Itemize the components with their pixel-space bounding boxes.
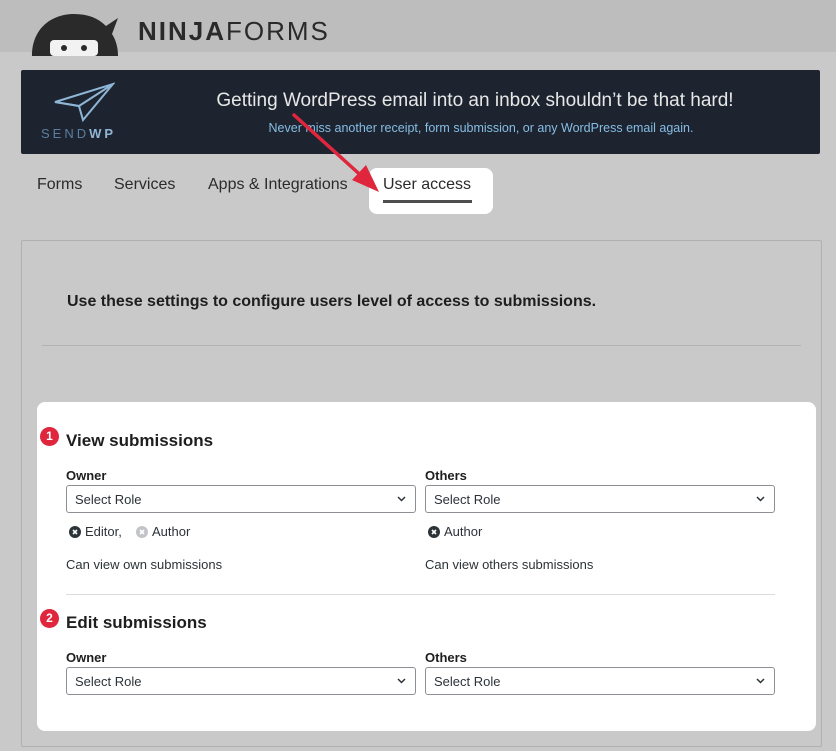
view-owner-description: Can view own submissions xyxy=(66,557,223,572)
chevron-down-icon xyxy=(397,678,406,684)
access-settings-card: 1 View submissions Owner Select Role Edi… xyxy=(37,402,816,731)
edit-others-label: Others xyxy=(425,650,467,665)
remove-icon[interactable] xyxy=(428,525,440,538)
edit-owner-label: Owner xyxy=(66,650,107,665)
chevron-down-icon xyxy=(756,678,765,684)
view-submissions-title: View submissions xyxy=(66,431,214,450)
view-others-label: Others xyxy=(425,468,467,483)
step-badge-1: 1 xyxy=(40,427,59,446)
tab-user-access-label[interactable]: User access xyxy=(383,176,471,194)
view-owner-label: Owner xyxy=(66,468,107,483)
edit-others-select[interactable]: Select Role xyxy=(425,667,775,695)
sendwp-banner[interactable]: SENDWP Getting WordPress email into an i… xyxy=(21,70,820,154)
view-others-select[interactable]: Select Role xyxy=(425,485,775,513)
divider xyxy=(42,345,801,346)
chevron-down-icon xyxy=(756,496,765,502)
edit-submissions-title: Edit submissions xyxy=(66,613,207,632)
banner-subtitle: Never miss another receipt, form submiss… xyxy=(268,121,694,135)
view-others-tag-author: Author xyxy=(428,524,482,539)
view-owner-tag-editor: Editor, xyxy=(69,524,122,539)
remove-icon[interactable] xyxy=(69,525,81,538)
view-owner-select[interactable]: Select Role xyxy=(66,485,416,513)
tab-forms[interactable]: Forms xyxy=(37,176,82,194)
tab-bar: Forms Services Apps & Integrations User … xyxy=(0,168,836,218)
paper-plane-icon xyxy=(54,82,115,123)
tab-services[interactable]: Services xyxy=(114,176,175,194)
remove-icon[interactable] xyxy=(136,525,148,538)
edit-owner-select[interactable]: Select Role xyxy=(66,667,416,695)
app-header: NINJAFORMS xyxy=(0,0,836,56)
chevron-down-icon xyxy=(397,496,406,502)
step-badge-2: 2 xyxy=(40,609,59,628)
ninja-logo-icon xyxy=(32,14,118,56)
divider xyxy=(66,594,775,595)
sendwp-logo: SENDWP xyxy=(41,126,117,141)
ninja-forms-wordmark: NINJAFORMS xyxy=(138,16,330,46)
banner-title: Getting WordPress email into an inbox sh… xyxy=(216,90,734,111)
view-others-description: Can view others submissions xyxy=(425,557,594,572)
tab-apps-integrations[interactable]: Apps & Integrations xyxy=(208,176,348,194)
active-tab-indicator xyxy=(383,200,472,203)
intro-text: Use these settings to configure users le… xyxy=(67,293,597,310)
view-owner-tag-author: Author xyxy=(136,524,190,539)
